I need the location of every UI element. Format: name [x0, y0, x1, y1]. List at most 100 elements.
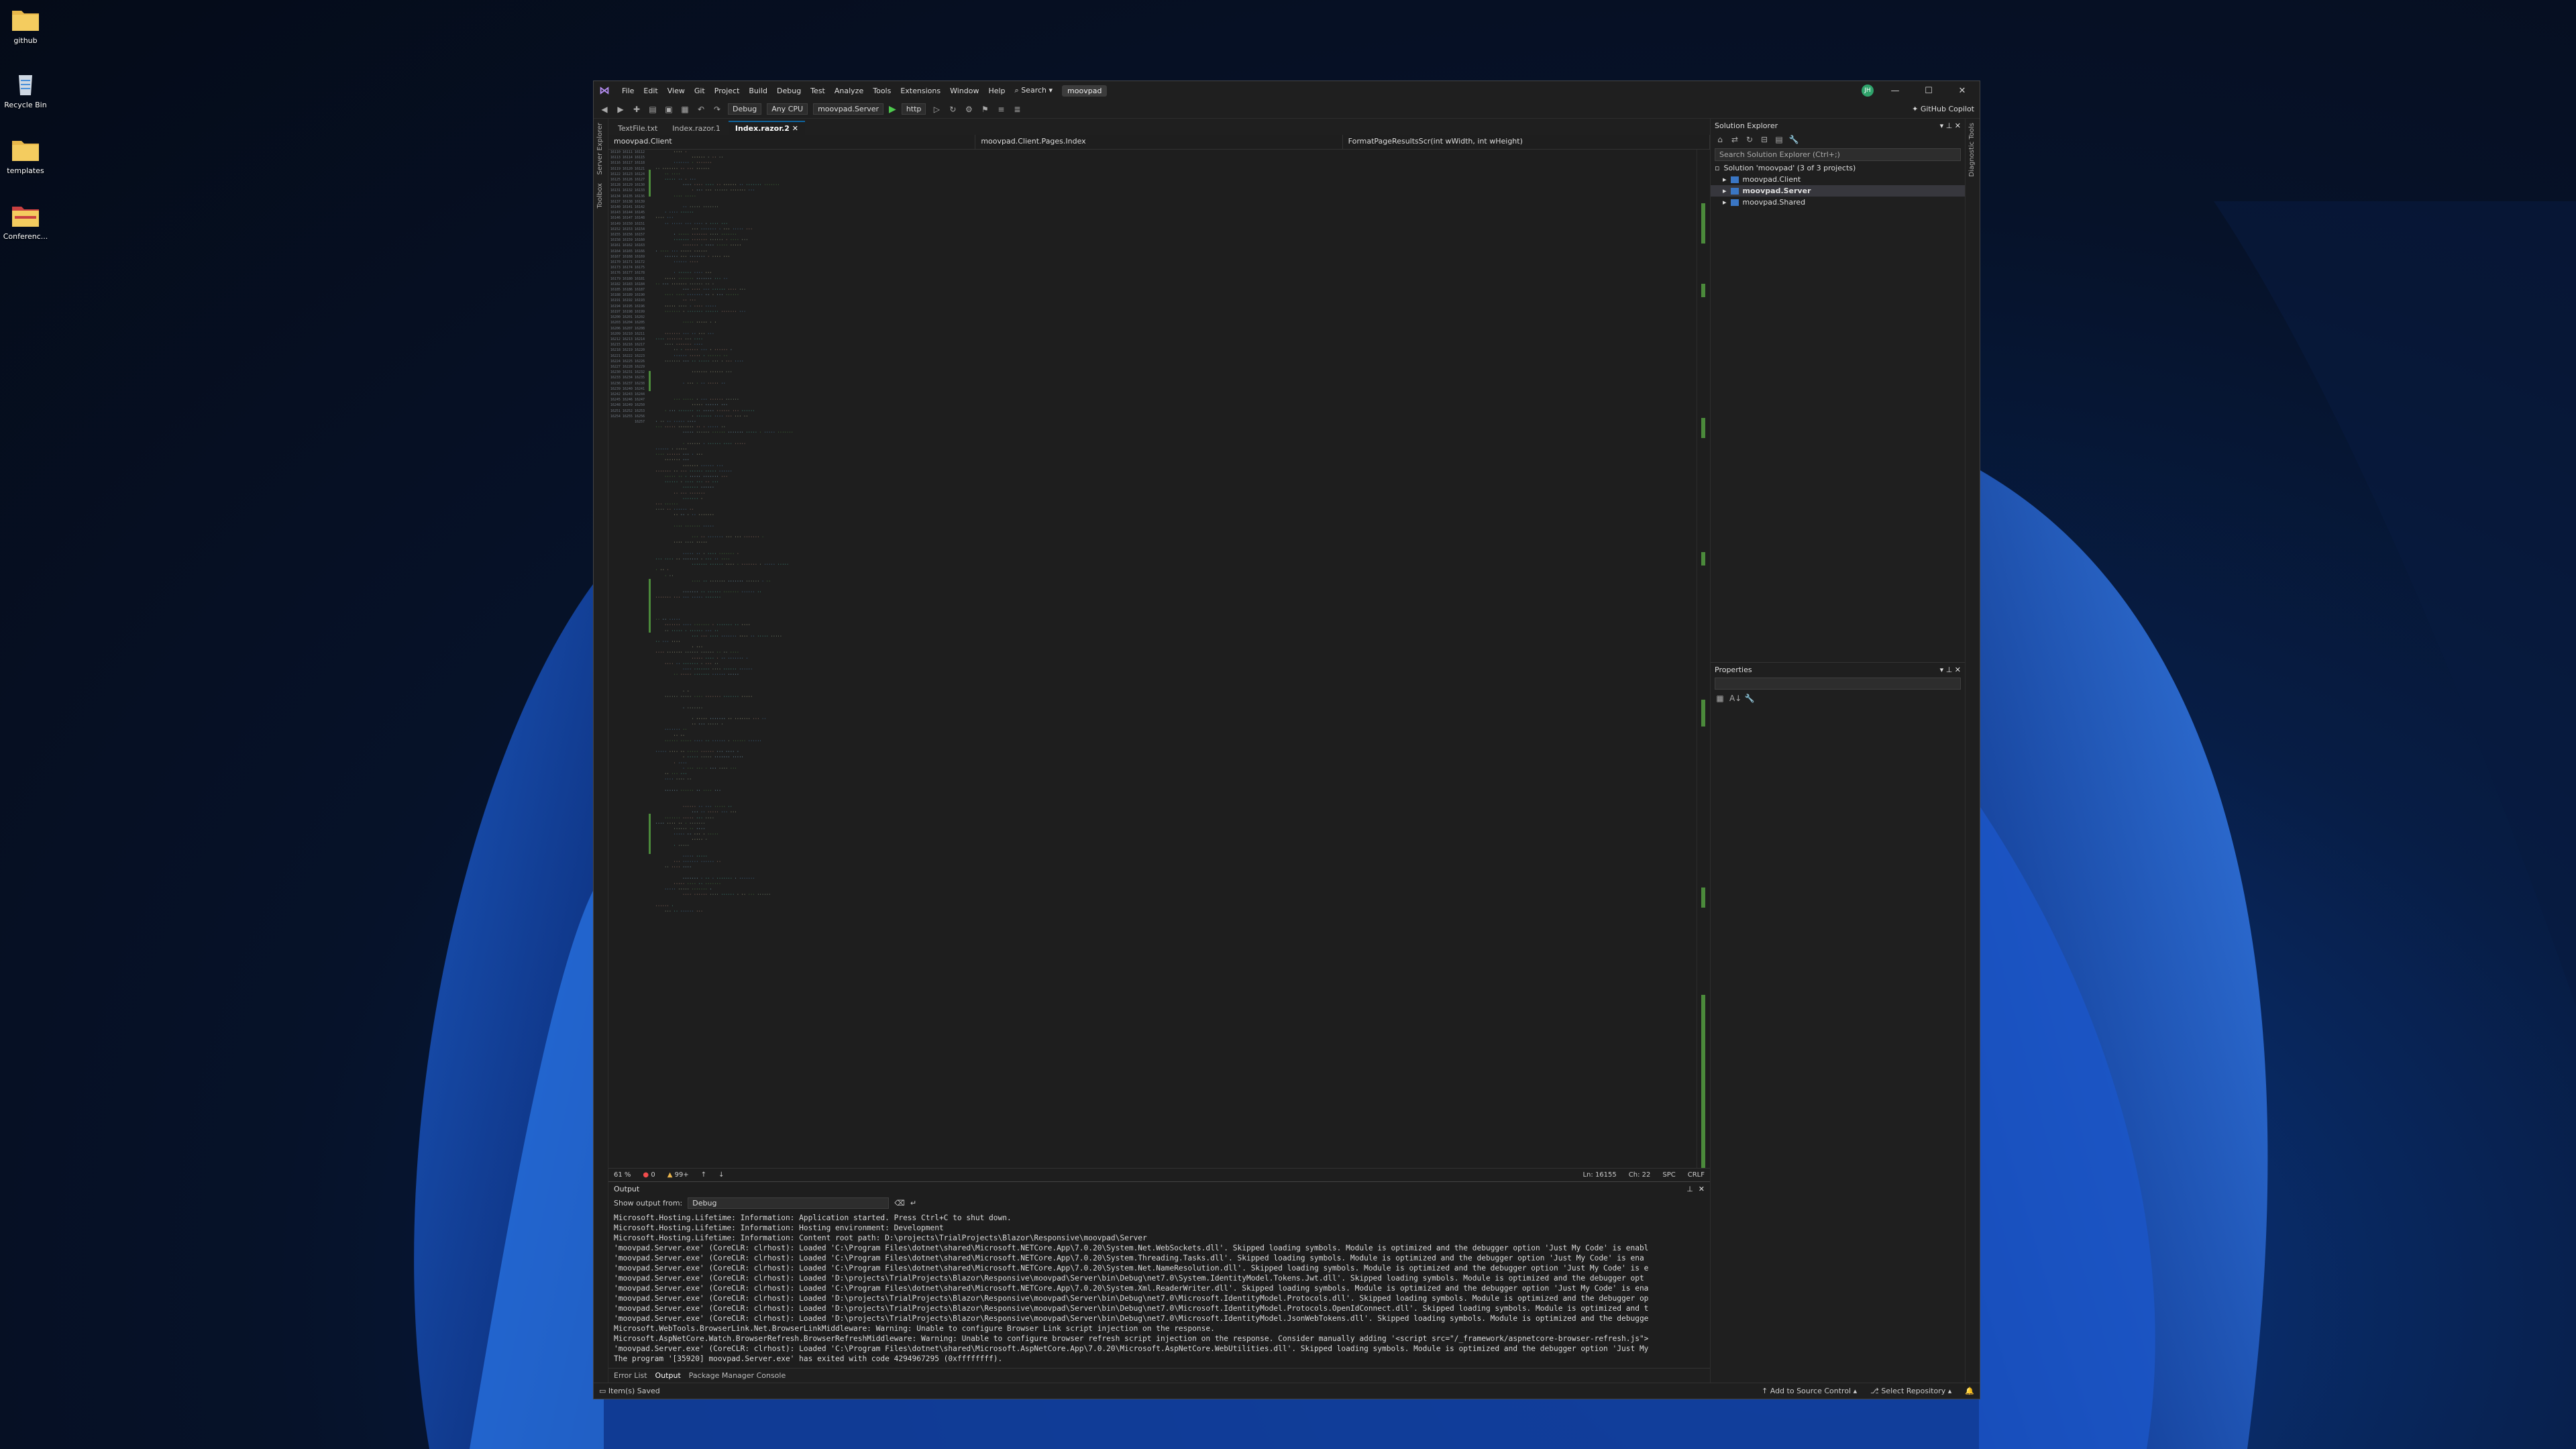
- save-all-icon[interactable]: ▦: [680, 104, 690, 115]
- add-to-source-control-button[interactable]: ↑ Add to Source Control ▴: [1762, 1387, 1857, 1395]
- maximize-icon[interactable]: ☐: [1917, 86, 1941, 96]
- start-debugging-icon[interactable]: ▶: [889, 104, 896, 115]
- solution-node[interactable]: ▫ Solution 'moovpad' (3 of 3 projects): [1711, 162, 1965, 174]
- categorized-icon[interactable]: ▦: [1715, 693, 1725, 704]
- error-count[interactable]: ● 0: [643, 1171, 655, 1179]
- type-dropdown[interactable]: moovpad.Client.Pages.Index: [975, 135, 1343, 149]
- left-tool-rail: Server Explorer Toolbox: [594, 119, 608, 1383]
- sync-icon[interactable]: ⇄: [1729, 134, 1740, 145]
- project-dropdown[interactable]: moovpad.Client: [608, 135, 976, 149]
- github-copilot-button[interactable]: ✦ GitHub Copilot: [1912, 105, 1974, 113]
- launch-profile-dropdown[interactable]: http: [901, 103, 926, 115]
- solution-configurations-icon[interactable]: ⚙: [963, 104, 974, 115]
- run-without-debug-icon[interactable]: ▷: [931, 104, 942, 115]
- desktop-icon-conference[interactable]: Conferenc...: [0, 203, 51, 241]
- expand-icon[interactable]: ▸: [1723, 175, 1727, 184]
- code-editor[interactable]: 16110 16111 16112 16113 16114 16115 1611…: [608, 150, 1710, 1168]
- minimize-icon[interactable]: —: [1883, 86, 1907, 96]
- member-dropdown[interactable]: FormatPageResultsScr(int wWidth, int wHe…: [1343, 135, 1710, 149]
- refresh-icon[interactable]: ↻: [1744, 134, 1755, 145]
- tab-index-razor-2[interactable]: Index.razor.2 ✕: [728, 121, 805, 135]
- arrow-up-icon[interactable]: ↑: [701, 1171, 706, 1179]
- panel-menu-icon[interactable]: ▾ ⊥ ✕: [1940, 665, 1961, 674]
- project-icon: [1730, 176, 1739, 183]
- project-node-client[interactable]: ▸ moovpad.Client: [1711, 174, 1965, 185]
- expand-icon[interactable]: ▸: [1723, 198, 1727, 207]
- solution-label: Solution 'moovpad' (3 of 3 projects): [1723, 164, 1856, 172]
- comment-icon[interactable]: ≡: [996, 104, 1006, 115]
- word-wrap-icon[interactable]: ↵: [910, 1199, 916, 1208]
- close-icon[interactable]: ✕: [1950, 86, 1974, 96]
- bookmark-icon[interactable]: ⚑: [979, 104, 990, 115]
- back-icon[interactable]: ◀: [599, 104, 610, 115]
- properties-icon[interactable]: 🔧: [1788, 134, 1799, 145]
- notifications-icon[interactable]: 🔔: [1965, 1387, 1974, 1395]
- forward-icon[interactable]: ▶: [615, 104, 626, 115]
- arrow-down-icon[interactable]: ↓: [718, 1171, 724, 1179]
- expand-icon[interactable]: ▸: [1723, 186, 1727, 195]
- tab-textfile[interactable]: TextFile.txt: [611, 122, 664, 135]
- desktop-icon-templates[interactable]: templates: [0, 137, 51, 175]
- output-source-dropdown[interactable]: Debug: [688, 1197, 890, 1209]
- desktop-icon-github[interactable]: github: [0, 7, 51, 45]
- toolbox-tab[interactable]: Toolbox: [596, 183, 604, 209]
- tab-error-list[interactable]: Error List: [614, 1371, 647, 1380]
- menu-window[interactable]: Window: [950, 87, 979, 95]
- properties-object-dropdown[interactable]: [1715, 678, 1961, 690]
- zoom-level[interactable]: 61 %: [614, 1171, 631, 1179]
- overview-scrollbar[interactable]: [1697, 150, 1710, 1168]
- close-tab-icon[interactable]: ✕: [792, 124, 798, 133]
- menu-tools[interactable]: Tools: [873, 87, 891, 95]
- property-pages-icon[interactable]: 🔧: [1744, 693, 1755, 704]
- warning-count[interactable]: ▲ 99+: [667, 1171, 689, 1179]
- menu-analyze[interactable]: Analyze: [835, 87, 863, 95]
- save-icon[interactable]: ▣: [663, 104, 674, 115]
- menu-extensions[interactable]: Extensions: [900, 87, 941, 95]
- hot-reload-icon[interactable]: ↻: [947, 104, 958, 115]
- menu-edit[interactable]: Edit: [643, 87, 657, 95]
- menu-git[interactable]: Git: [694, 87, 705, 95]
- open-icon[interactable]: ▤: [647, 104, 658, 115]
- clear-all-icon[interactable]: ⌫: [894, 1199, 905, 1208]
- output-text[interactable]: Microsoft.Hosting.Lifetime: Information:…: [608, 1210, 1710, 1368]
- startup-project-dropdown[interactable]: moovpad.Server: [813, 103, 884, 115]
- copilot-icon: ✦: [1912, 105, 1919, 113]
- code-text[interactable]: ···· · ······ · ·· ·· ······· · ······· …: [651, 150, 1697, 1168]
- tab-package-manager-console[interactable]: Package Manager Console: [689, 1371, 786, 1380]
- menu-file[interactable]: File: [622, 87, 634, 95]
- menu-help[interactable]: Help: [988, 87, 1005, 95]
- menu-build[interactable]: Build: [749, 87, 767, 95]
- menu-view[interactable]: View: [667, 87, 685, 95]
- menu-debug[interactable]: Debug: [777, 87, 801, 95]
- close-output-icon[interactable]: ✕: [1699, 1185, 1705, 1193]
- pin-icon[interactable]: ⊥: [1686, 1185, 1693, 1193]
- diagnostic-tools-tab[interactable]: Diagnostic Tools: [1968, 123, 1976, 177]
- solution-search-input[interactable]: Search Solution Explorer (Ctrl+;): [1715, 148, 1961, 161]
- server-explorer-tab[interactable]: Server Explorer: [596, 123, 604, 175]
- panel-menu-icon[interactable]: ▾ ⊥ ✕: [1940, 121, 1961, 130]
- collapse-all-icon[interactable]: ⊟: [1759, 134, 1770, 145]
- project-node-server[interactable]: ▸ moovpad.Server: [1711, 185, 1965, 197]
- platform-dropdown[interactable]: Any CPU: [767, 103, 808, 115]
- show-all-files-icon[interactable]: ▤: [1774, 134, 1784, 145]
- spacing-mode[interactable]: SPC: [1662, 1171, 1675, 1179]
- tab-output[interactable]: Output: [655, 1371, 681, 1380]
- folder-icon: [12, 11, 39, 31]
- project-node-shared[interactable]: ▸ moovpad.Shared: [1711, 197, 1965, 208]
- new-item-icon[interactable]: ✚: [631, 104, 642, 115]
- status-text: Item(s) Saved: [608, 1387, 660, 1395]
- redo-icon[interactable]: ↷: [712, 104, 722, 115]
- menu-test[interactable]: Test: [810, 87, 825, 95]
- select-repository-button[interactable]: ⎇ Select Repository ▴: [1870, 1387, 1951, 1395]
- alphabetical-icon[interactable]: A↓: [1729, 693, 1741, 704]
- uncomment-icon[interactable]: ≣: [1012, 104, 1022, 115]
- avatar[interactable]: JH: [1862, 85, 1874, 97]
- tab-index-razor-1[interactable]: Index.razor.1: [665, 122, 727, 135]
- line-ending[interactable]: CRLF: [1688, 1171, 1705, 1179]
- desktop-icon-recycle-bin[interactable]: Recycle Bin: [0, 71, 51, 109]
- search-button[interactable]: ⌕ Search ▾: [1015, 86, 1053, 95]
- menu-project[interactable]: Project: [714, 87, 740, 95]
- home-icon[interactable]: ⌂: [1715, 134, 1725, 145]
- config-dropdown[interactable]: Debug: [728, 103, 762, 115]
- undo-icon[interactable]: ↶: [696, 104, 706, 115]
